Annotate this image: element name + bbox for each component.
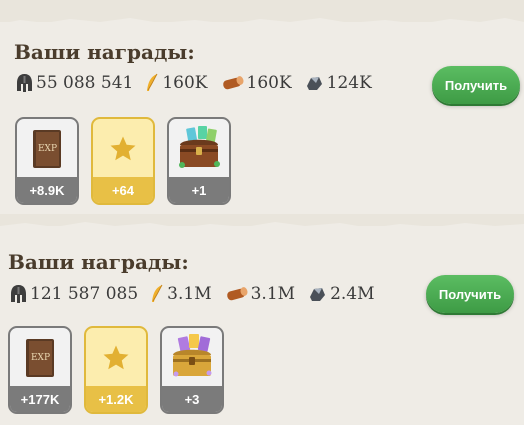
exp-book-icon: EXP (26, 339, 54, 377)
stat-feather: 3.1M (150, 284, 212, 304)
reward-count: +1.2K (86, 386, 146, 412)
reward-card-star[interactable]: +1.2K (84, 326, 148, 414)
stat-value: 3.1M (167, 284, 212, 304)
reward-cards: EXP +8.9K +64 +1 (15, 117, 243, 205)
stone-icon (310, 288, 326, 301)
reward-count: +1 (169, 177, 229, 203)
reward-count: +3 (162, 386, 222, 412)
reward-count: +8.9K (17, 177, 77, 203)
resource-stats: 121 587 085 3.1M 3.1M 2.4M (10, 284, 375, 304)
feather-icon (152, 284, 163, 302)
reward-card-chest[interactable]: +1 (167, 117, 231, 205)
resource-stats: 55 088 541 160K 160K 124K (16, 73, 372, 93)
stat-value: 160K (162, 73, 208, 93)
stat-wood: 160K (220, 73, 292, 93)
stat-stone: 2.4M (307, 284, 375, 304)
stat-wood: 3.1M (224, 284, 295, 304)
exp-book-icon: EXP (33, 130, 61, 168)
svg-text:EXP: EXP (31, 353, 50, 363)
feather-icon (147, 73, 158, 91)
reward-card-chest[interactable]: +3 (160, 326, 224, 414)
star-icon (103, 345, 129, 370)
stat-troops: 121 587 085 (10, 284, 138, 304)
star-icon (110, 136, 136, 161)
reward-card-exp[interactable]: EXP +177K (8, 326, 72, 414)
panel-title: Ваши награды: (8, 250, 189, 274)
rewards-panel: Ваши награды: 121 587 085 3.1M 3.1M 2.4M… (0, 222, 524, 425)
chest-icon (179, 126, 220, 168)
helmet-icon (17, 74, 32, 92)
claim-button[interactable]: Получить (432, 66, 520, 104)
reward-count: +177K (10, 386, 70, 412)
stat-value: 121 587 085 (30, 284, 139, 304)
stone-icon (306, 77, 322, 90)
svg-text:EXP: EXP (38, 144, 57, 154)
reward-count: +64 (93, 177, 153, 203)
rewards-panel: Ваши награды: 55 088 541 160K 160K 124K … (0, 18, 524, 214)
log-icon (222, 76, 243, 90)
reward-card-star[interactable]: +64 (91, 117, 155, 205)
reward-cards: EXP +177K +1.2K +3 (8, 326, 236, 414)
torn-edge (0, 222, 524, 232)
stat-stone: 124K (304, 73, 372, 93)
stat-feather: 160K (145, 73, 208, 93)
stat-troops: 55 088 541 (16, 73, 133, 93)
stat-value: 3.1M (250, 284, 296, 304)
stat-value: 55 088 541 (36, 73, 134, 93)
panel-title: Ваши награды: (14, 40, 195, 64)
stat-value: 160K (246, 73, 292, 93)
stat-value: 2.4M (330, 284, 375, 304)
torn-edge (0, 18, 524, 28)
helmet-icon (11, 285, 26, 303)
reward-card-exp[interactable]: EXP +8.9K (15, 117, 79, 205)
claim-button[interactable]: Получить (426, 275, 514, 313)
gold-chest-icon (173, 334, 212, 377)
log-icon (226, 287, 248, 301)
stat-value: 124K (326, 73, 372, 93)
